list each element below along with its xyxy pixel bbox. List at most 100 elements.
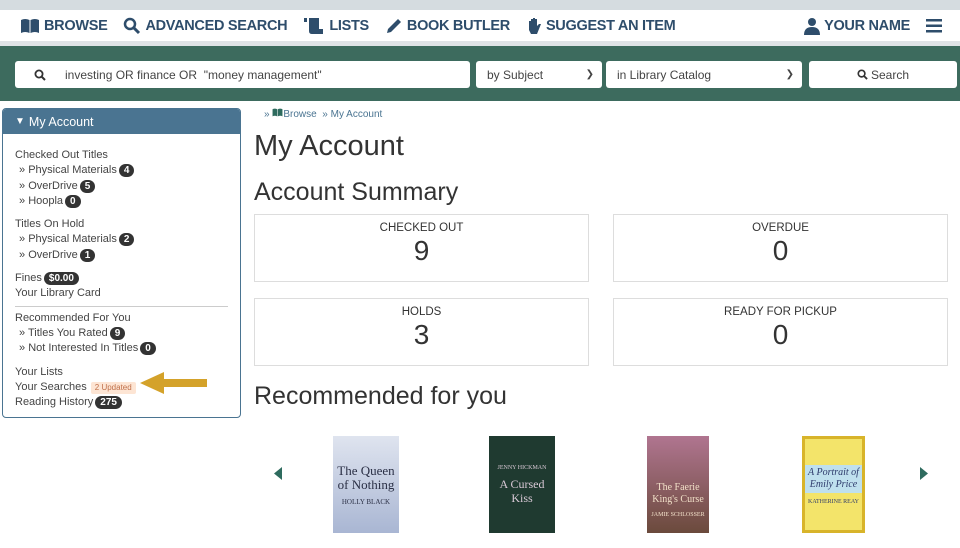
count-badge: 9 — [109, 326, 126, 340]
search-icon — [124, 17, 141, 34]
reading-history-link[interactable]: Reading History — [15, 396, 93, 408]
checked-out-physical[interactable]: » Physical Materials 4 — [15, 163, 228, 178]
book-cover[interactable]: A Portrait of Emily Price Katherine Reay — [802, 436, 865, 533]
book-title: A Portrait of Emily Price — [805, 464, 862, 493]
card-holds[interactable]: HOLDS 3 — [254, 298, 589, 366]
link-label[interactable]: OverDrive — [28, 180, 78, 192]
hamburger-menu-icon[interactable] — [926, 18, 942, 33]
holds-link[interactable]: Titles On Hold — [15, 218, 84, 230]
nav-label: BOOK BUTLER — [406, 17, 510, 34]
hand-icon — [528, 17, 541, 34]
nav-label: ADVANCED SEARCH — [145, 17, 288, 34]
sidebar-header[interactable]: ▼ My Account — [3, 109, 240, 134]
chevron-down-icon: ▼ — [15, 116, 25, 127]
chevron-down-icon: ❯ — [585, 69, 594, 80]
scroll-icon — [304, 17, 324, 34]
link-label[interactable]: Titles You Rated — [28, 327, 108, 339]
divider — [15, 305, 228, 307]
card-value: 0 — [772, 319, 789, 350]
book-author: Holly Black — [341, 497, 391, 506]
your-searches-link[interactable]: Your Searches — [15, 381, 87, 393]
updated-badge: 2 Updated — [90, 381, 136, 394]
nav-lists[interactable]: LISTS — [303, 17, 369, 35]
summary-title: Account Summary — [254, 178, 459, 206]
top-strip — [0, 0, 960, 10]
book-title: A Cursed Kiss — [499, 476, 545, 505]
card-label: OVERDUE — [752, 222, 809, 234]
search-scope-value: in Library Catalog — [617, 67, 712, 82]
user-name: YOUR NAME — [824, 17, 910, 34]
card-label: CHECKED OUT — [379, 222, 464, 234]
book-title: The Queen of Nothing — [337, 462, 395, 492]
recommended-title: Recommended for you — [254, 382, 507, 410]
link-label[interactable]: OverDrive — [28, 249, 78, 261]
titles-rated[interactable]: » Titles You Rated 9 — [15, 326, 228, 341]
book-open-icon — [21, 18, 39, 33]
search-button[interactable]: Search — [809, 61, 957, 88]
count-badge: 0 — [65, 194, 81, 208]
fines-link[interactable]: Fines — [15, 272, 42, 284]
search-query: investing OR finance OR "money managemen… — [65, 67, 322, 82]
fines-badge: $0.00 — [43, 272, 79, 286]
nav-advanced-search[interactable]: ADVANCED SEARCH — [123, 17, 288, 35]
carousel-prev-icon[interactable] — [274, 467, 282, 480]
card-ready-pickup[interactable]: READY FOR PICKUP 0 — [613, 298, 948, 366]
user-icon — [804, 17, 821, 35]
nav-browse[interactable]: BROWSE — [20, 17, 108, 34]
breadcrumb-my-account[interactable]: My Account — [331, 109, 383, 120]
your-lists-link[interactable]: Your Lists — [15, 366, 63, 378]
book-author: Jamie Schlosser — [651, 511, 705, 518]
search-scope-select[interactable]: in Library Catalog ❯ — [606, 61, 802, 88]
link-label[interactable]: Physical Materials — [28, 233, 117, 245]
count-badge: 5 — [79, 179, 96, 193]
nav-suggest-item[interactable]: SUGGEST AN ITEM — [526, 17, 676, 35]
book-open-icon — [272, 108, 283, 117]
book-author: Katherine Reay — [808, 498, 859, 505]
book-author: Jenny Hickman — [497, 464, 547, 471]
book-title: The Faerie King's Curse — [652, 481, 704, 505]
card-label: HOLDS — [401, 306, 442, 318]
checked-out-hoopla[interactable]: » Hoopla 0 — [15, 194, 228, 209]
link-label[interactable]: Not Interested In Titles — [28, 342, 138, 354]
recommended-link[interactable]: Recommended For You — [15, 312, 131, 324]
book-cover[interactable]: The Faerie King's Curse Jamie Schlosser — [647, 436, 709, 533]
search-icon — [34, 69, 46, 81]
card-value: 0 — [772, 235, 789, 266]
sidebar-title: My Account — [28, 114, 94, 129]
card-overdue[interactable]: OVERDUE 0 — [613, 214, 948, 282]
card-value: 3 — [413, 319, 430, 350]
nav-label: SUGGEST AN ITEM — [545, 17, 676, 34]
card-label: READY FOR PICKUP — [724, 306, 837, 318]
nav-label: BROWSE — [44, 17, 108, 34]
checked-out-link[interactable]: Checked Out Titles — [15, 149, 108, 161]
count-badge: 275 — [95, 396, 122, 410]
chevron-down-icon: ❯ — [785, 69, 794, 80]
search-button-label: Search — [870, 67, 910, 82]
breadcrumb-browse[interactable]: Browse — [283, 109, 316, 120]
count-badge: 4 — [118, 164, 135, 178]
link-label[interactable]: Hoopla — [28, 195, 63, 207]
user-menu[interactable]: YOUR NAME — [804, 17, 910, 35]
nav-book-butler[interactable]: BOOK BUTLER — [385, 17, 510, 35]
arrow-left-icon — [140, 372, 207, 394]
holds-physical[interactable]: » Physical Materials 2 — [15, 232, 228, 247]
library-card-link[interactable]: Your Library Card — [15, 287, 101, 299]
search-type-select[interactable]: by Subject ❯ — [476, 61, 602, 88]
not-interested[interactable]: » Not Interested In Titles 0 — [15, 341, 228, 356]
count-badge: 0 — [140, 342, 156, 356]
count-badge: 1 — [79, 248, 96, 262]
link-label[interactable]: Physical Materials — [28, 164, 117, 176]
card-checked-out[interactable]: CHECKED OUT 9 — [254, 214, 589, 282]
book-cover[interactable]: The Queen of Nothing Holly Black — [333, 436, 399, 533]
fines[interactable]: Fines $0.00 — [15, 271, 228, 286]
search-type-value: by Subject — [487, 67, 544, 82]
page-title: My Account — [254, 130, 404, 162]
book-cover[interactable]: Jenny Hickman A Cursed Kiss — [489, 436, 555, 533]
checked-out-overdrive[interactable]: » OverDrive 5 — [15, 179, 228, 194]
pencil-icon — [386, 18, 401, 33]
carousel-next-icon[interactable] — [920, 467, 928, 480]
search-icon — [857, 69, 868, 80]
search-input[interactable]: investing OR finance OR "money managemen… — [15, 61, 470, 88]
breadcrumb: » Browse » My Account — [264, 108, 383, 120]
holds-overdrive[interactable]: » OverDrive 1 — [15, 248, 228, 263]
